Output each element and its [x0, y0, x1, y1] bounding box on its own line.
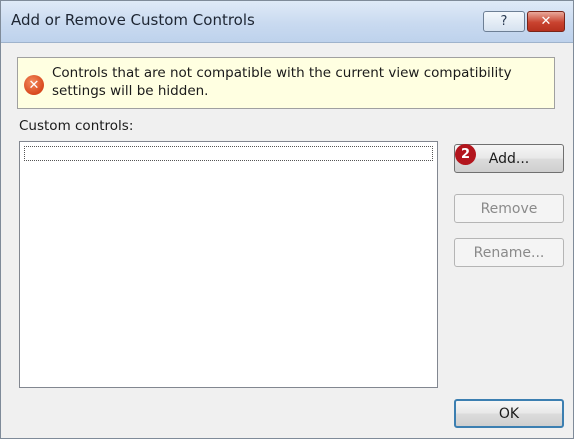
close-button[interactable]: ✕ — [527, 11, 565, 32]
title-bar: Add or Remove Custom Controls ? ✕ — [1, 1, 573, 43]
help-button[interactable]: ? — [483, 11, 525, 32]
remove-button[interactable]: Remove — [454, 194, 564, 223]
help-icon: ? — [500, 14, 508, 29]
step-callout-badge: 2 — [455, 144, 476, 165]
custom-controls-list[interactable] — [19, 141, 438, 388]
rename-button[interactable]: Rename... — [454, 238, 564, 267]
list-focus-row[interactable] — [24, 146, 433, 161]
window-title: Add or Remove Custom Controls — [11, 11, 255, 29]
ok-button[interactable]: OK — [454, 399, 564, 428]
close-icon: ✕ — [540, 14, 552, 29]
compatibility-warning: ✕ Controls that are not compatible with … — [17, 57, 555, 109]
warning-text: Controls that are not compatible with th… — [52, 65, 512, 99]
add-remove-custom-controls-dialog: Add or Remove Custom Controls ? ✕ ✕ Cont… — [0, 0, 574, 439]
custom-controls-label: Custom controls: — [19, 118, 134, 134]
error-icon: ✕ — [24, 75, 44, 95]
